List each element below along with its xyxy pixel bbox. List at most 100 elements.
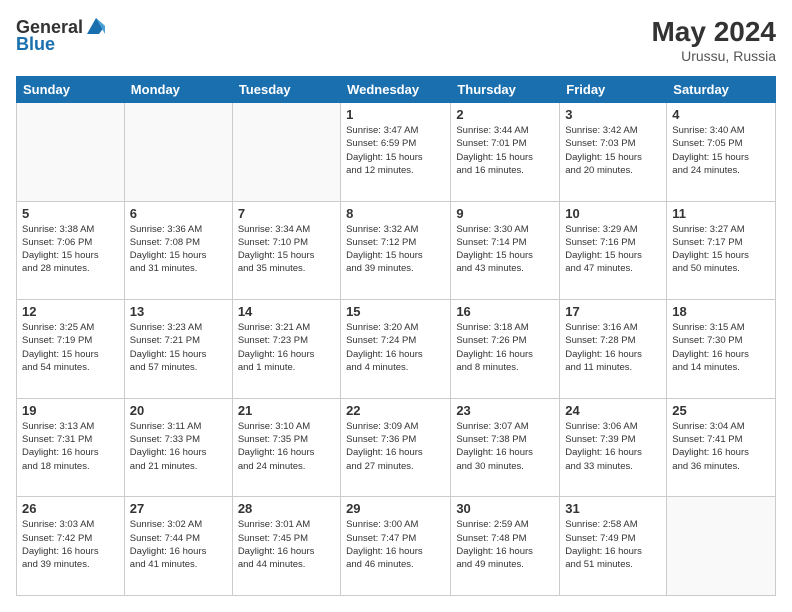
calendar-cell: 18Sunrise: 3:15 AM Sunset: 7:30 PM Dayli… <box>667 300 776 399</box>
calendar-cell: 31 Sunrise: 2:58 AM Sunset: 7:49 PM Dayli… <box>560 497 667 596</box>
calendar-cell <box>17 103 125 202</box>
calendar-cell: 14 Sunrise: 3:21 AM Sunset: 7:23 PM Dayli… <box>232 300 340 399</box>
calendar-header-row: Sunday Monday Tuesday Wednesday Thursday… <box>17 77 776 103</box>
calendar-week-0: 1Sunrise: 3:47 AM Sunset: 6:59 PM Daylig… <box>17 103 776 202</box>
calendar-cell: 28 Sunrise: 3:01 AM Sunset: 7:45 PM Dayli… <box>232 497 340 596</box>
day-info: Sunrise: 3:44 AM Sunset: 7:01 PM Dayligh… <box>456 124 554 177</box>
day-info: Sunrise: 3:30 AM Sunset: 7:14 PM Dayligh… <box>456 223 554 276</box>
calendar-cell: 19 Sunrise: 3:13 AM Sunset: 7:31 PM Dayli… <box>17 398 125 497</box>
day-number: 13 <box>130 304 227 319</box>
day-number: 2 <box>456 107 554 122</box>
calendar-week-1: 5 Sunrise: 3:38 AM Sunset: 7:06 PM Daylig… <box>17 201 776 300</box>
page: General Blue May 2024 Urussu, Russia Sun… <box>0 0 792 612</box>
day-info: Sunrise: 3:29 AM Sunset: 7:16 PM Dayligh… <box>565 223 661 276</box>
title-section: May 2024 Urussu, Russia <box>651 16 776 64</box>
col-sunday: Sunday <box>17 77 125 103</box>
calendar-week-2: 12Sunrise: 3:25 AM Sunset: 7:19 PM Dayli… <box>17 300 776 399</box>
calendar-cell: 13Sunrise: 3:23 AM Sunset: 7:21 PM Dayli… <box>124 300 232 399</box>
day-number: 25 <box>672 403 770 418</box>
day-info: Sunrise: 3:00 AM Sunset: 7:47 PM Dayligh… <box>346 518 445 571</box>
col-thursday: Thursday <box>451 77 560 103</box>
calendar-cell: 30Sunrise: 2:59 AM Sunset: 7:48 PM Dayli… <box>451 497 560 596</box>
day-info: Sunrise: 3:15 AM Sunset: 7:30 PM Dayligh… <box>672 321 770 374</box>
calendar-cell <box>232 103 340 202</box>
day-number: 23 <box>456 403 554 418</box>
day-info: Sunrise: 2:59 AM Sunset: 7:48 PM Dayligh… <box>456 518 554 571</box>
col-tuesday: Tuesday <box>232 77 340 103</box>
day-number: 7 <box>238 206 335 221</box>
day-number: 10 <box>565 206 661 221</box>
calendar-week-3: 19 Sunrise: 3:13 AM Sunset: 7:31 PM Dayli… <box>17 398 776 497</box>
col-monday: Monday <box>124 77 232 103</box>
day-number: 15 <box>346 304 445 319</box>
day-number: 28 <box>238 501 335 516</box>
day-info: Sunrise: 3:10 AM Sunset: 7:35 PM Dayligh… <box>238 420 335 473</box>
day-number: 29 <box>346 501 445 516</box>
day-info: Sunrise: 2:58 AM Sunset: 7:49 PM Dayligh… <box>565 518 661 571</box>
day-info: Sunrise: 3:32 AM Sunset: 7:12 PM Dayligh… <box>346 223 445 276</box>
calendar: Sunday Monday Tuesday Wednesday Thursday… <box>16 76 776 596</box>
day-number: 19 <box>22 403 119 418</box>
day-info: Sunrise: 3:27 AM Sunset: 7:17 PM Dayligh… <box>672 223 770 276</box>
day-info: Sunrise: 3:40 AM Sunset: 7:05 PM Dayligh… <box>672 124 770 177</box>
day-number: 26 <box>22 501 119 516</box>
calendar-cell: 20Sunrise: 3:11 AM Sunset: 7:33 PM Dayli… <box>124 398 232 497</box>
calendar-cell: 15Sunrise: 3:20 AM Sunset: 7:24 PM Dayli… <box>341 300 451 399</box>
day-info: Sunrise: 3:07 AM Sunset: 7:38 PM Dayligh… <box>456 420 554 473</box>
calendar-cell: 2 Sunrise: 3:44 AM Sunset: 7:01 PM Daylig… <box>451 103 560 202</box>
calendar-cell: 9 Sunrise: 3:30 AM Sunset: 7:14 PM Daylig… <box>451 201 560 300</box>
day-info: Sunrise: 3:38 AM Sunset: 7:06 PM Dayligh… <box>22 223 119 276</box>
day-info: Sunrise: 3:18 AM Sunset: 7:26 PM Dayligh… <box>456 321 554 374</box>
calendar-cell: 24 Sunrise: 3:06 AM Sunset: 7:39 PM Dayli… <box>560 398 667 497</box>
day-number: 14 <box>238 304 335 319</box>
calendar-cell: 8 Sunrise: 3:32 AM Sunset: 7:12 PM Daylig… <box>341 201 451 300</box>
day-info: Sunrise: 3:02 AM Sunset: 7:44 PM Dayligh… <box>130 518 227 571</box>
calendar-week-4: 26 Sunrise: 3:03 AM Sunset: 7:42 PM Dayli… <box>17 497 776 596</box>
calendar-cell: 11Sunrise: 3:27 AM Sunset: 7:17 PM Dayli… <box>667 201 776 300</box>
calendar-cell: 29 Sunrise: 3:00 AM Sunset: 7:47 PM Dayli… <box>341 497 451 596</box>
logo-blue: Blue <box>16 34 55 55</box>
calendar-cell: 25 Sunrise: 3:04 AM Sunset: 7:41 PM Dayli… <box>667 398 776 497</box>
day-info: Sunrise: 3:36 AM Sunset: 7:08 PM Dayligh… <box>130 223 227 276</box>
day-info: Sunrise: 3:09 AM Sunset: 7:36 PM Dayligh… <box>346 420 445 473</box>
logo: General Blue <box>16 16 107 55</box>
day-info: Sunrise: 3:16 AM Sunset: 7:28 PM Dayligh… <box>565 321 661 374</box>
calendar-cell: 6 Sunrise: 3:36 AM Sunset: 7:08 PM Daylig… <box>124 201 232 300</box>
logo-icon <box>85 16 107 38</box>
day-number: 20 <box>130 403 227 418</box>
day-info: Sunrise: 3:13 AM Sunset: 7:31 PM Dayligh… <box>22 420 119 473</box>
calendar-cell: 17Sunrise: 3:16 AM Sunset: 7:28 PM Dayli… <box>560 300 667 399</box>
month-year: May 2024 <box>651 16 776 48</box>
day-number: 9 <box>456 206 554 221</box>
location: Urussu, Russia <box>651 48 776 64</box>
day-number: 31 <box>565 501 661 516</box>
calendar-cell: 7 Sunrise: 3:34 AM Sunset: 7:10 PM Daylig… <box>232 201 340 300</box>
day-info: Sunrise: 3:04 AM Sunset: 7:41 PM Dayligh… <box>672 420 770 473</box>
day-number: 27 <box>130 501 227 516</box>
calendar-cell: 10 Sunrise: 3:29 AM Sunset: 7:16 PM Dayli… <box>560 201 667 300</box>
day-info: Sunrise: 3:25 AM Sunset: 7:19 PM Dayligh… <box>22 321 119 374</box>
day-number: 8 <box>346 206 445 221</box>
calendar-cell: 21 Sunrise: 3:10 AM Sunset: 7:35 PM Dayli… <box>232 398 340 497</box>
day-number: 5 <box>22 206 119 221</box>
day-info: Sunrise: 3:06 AM Sunset: 7:39 PM Dayligh… <box>565 420 661 473</box>
calendar-cell: 27 Sunrise: 3:02 AM Sunset: 7:44 PM Dayli… <box>124 497 232 596</box>
day-number: 21 <box>238 403 335 418</box>
day-info: Sunrise: 3:34 AM Sunset: 7:10 PM Dayligh… <box>238 223 335 276</box>
header: General Blue May 2024 Urussu, Russia <box>16 16 776 64</box>
day-info: Sunrise: 3:47 AM Sunset: 6:59 PM Dayligh… <box>346 124 445 177</box>
calendar-cell: 5 Sunrise: 3:38 AM Sunset: 7:06 PM Daylig… <box>17 201 125 300</box>
calendar-cell: 12Sunrise: 3:25 AM Sunset: 7:19 PM Dayli… <box>17 300 125 399</box>
calendar-cell: 1Sunrise: 3:47 AM Sunset: 6:59 PM Daylig… <box>341 103 451 202</box>
calendar-cell: 16Sunrise: 3:18 AM Sunset: 7:26 PM Dayli… <box>451 300 560 399</box>
calendar-cell: 22Sunrise: 3:09 AM Sunset: 7:36 PM Dayli… <box>341 398 451 497</box>
day-number: 3 <box>565 107 661 122</box>
day-info: Sunrise: 3:21 AM Sunset: 7:23 PM Dayligh… <box>238 321 335 374</box>
col-wednesday: Wednesday <box>341 77 451 103</box>
day-info: Sunrise: 3:03 AM Sunset: 7:42 PM Dayligh… <box>22 518 119 571</box>
day-number: 6 <box>130 206 227 221</box>
day-info: Sunrise: 3:42 AM Sunset: 7:03 PM Dayligh… <box>565 124 661 177</box>
day-number: 24 <box>565 403 661 418</box>
day-info: Sunrise: 3:01 AM Sunset: 7:45 PM Dayligh… <box>238 518 335 571</box>
calendar-cell: 23 Sunrise: 3:07 AM Sunset: 7:38 PM Dayli… <box>451 398 560 497</box>
